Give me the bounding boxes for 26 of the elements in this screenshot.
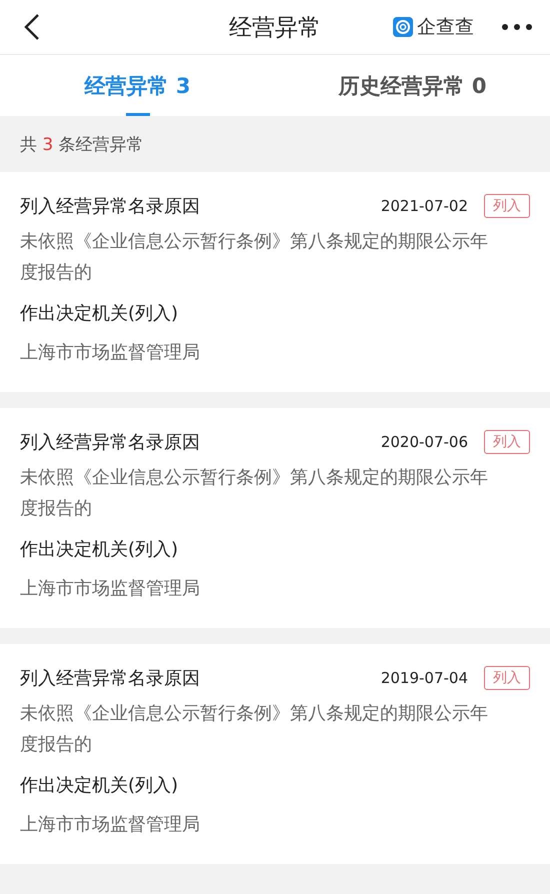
back-icon[interactable] xyxy=(24,13,40,41)
status-tag: 列入 xyxy=(484,194,530,218)
authority-text: 上海市市场监督管理局 xyxy=(20,577,201,601)
reason-label: 列入经营异常名录原因 xyxy=(20,195,201,218)
authority-text: 上海市市场监督管理局 xyxy=(20,813,201,837)
more-icon[interactable] xyxy=(502,24,532,30)
authority-label: 作出决定机关(列入) xyxy=(20,302,180,326)
authority-label: 作出决定机关(列入) xyxy=(20,774,180,798)
authority-label: 作出决定机关(列入) xyxy=(20,538,180,562)
page-title: 经营异常 xyxy=(229,14,321,42)
reason-label: 列入经营异常名录原因 xyxy=(20,431,201,454)
brand-name: 企查查 xyxy=(417,15,474,40)
reason-text: 未依照《企业信息公示暂行条例》第八条规定的期限公示年度报告的 xyxy=(20,230,489,285)
record-date: 2019-07-04 xyxy=(380,669,468,687)
tab[interactable]: 经营异常 3 xyxy=(0,55,275,116)
tab[interactable]: 历史经营异常 0 xyxy=(275,55,550,116)
status-tag: 列入 xyxy=(484,666,530,690)
brand-logo-icon xyxy=(393,17,413,37)
authority-text: 上海市市场监督管理局 xyxy=(20,341,201,365)
reason-label: 列入经营异常名录原因 xyxy=(20,667,201,690)
reason-text: 未依照《企业信息公示暂行条例》第八条规定的期限公示年度报告的 xyxy=(20,466,489,521)
record-date: 2020-07-06 xyxy=(380,433,468,451)
status-tag: 列入 xyxy=(484,430,530,454)
record-date: 2021-07-02 xyxy=(380,197,468,215)
reason-text: 未依照《企业信息公示暂行条例》第八条规定的期限公示年度报告的 xyxy=(20,702,489,757)
summary-text: 共 3 条经营异常 xyxy=(20,134,144,156)
